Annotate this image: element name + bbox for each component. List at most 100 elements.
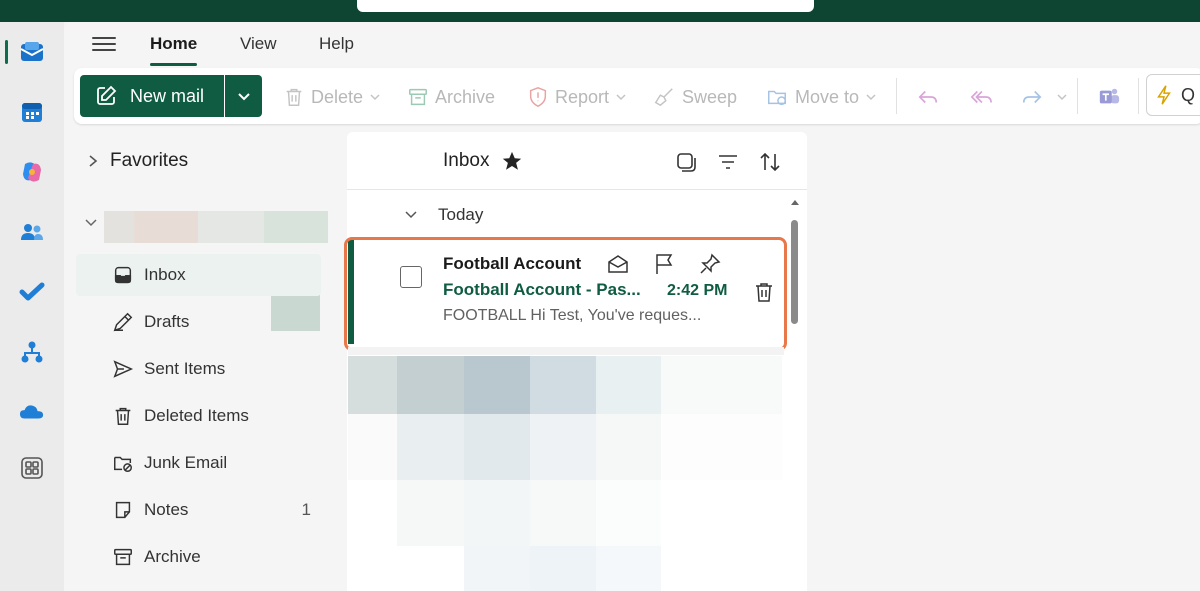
rail-mail[interactable]	[0, 30, 64, 74]
list-title-label: Inbox	[443, 150, 490, 171]
sent-icon	[113, 360, 134, 378]
teams-icon	[1099, 88, 1120, 104]
sweep-button[interactable]: Sweep	[652, 84, 737, 110]
drafts-icon	[113, 312, 133, 332]
folder-sent-items[interactable]: Sent Items	[76, 348, 321, 390]
folder-label: Junk Email	[144, 453, 228, 472]
unread-count: 1	[301, 500, 311, 519]
reply-all-button[interactable]	[968, 84, 1000, 110]
new-mail-dropdown[interactable]	[225, 75, 262, 117]
folder-drafts[interactable]: Drafts	[76, 301, 321, 343]
tab-view[interactable]: View	[240, 34, 277, 60]
broom-icon	[654, 88, 673, 107]
app-rail	[0, 22, 64, 591]
list-title: Inbox	[443, 150, 523, 172]
archive-label: Archive	[435, 86, 496, 107]
select-mode-icon[interactable]	[674, 150, 698, 174]
calendar-icon	[19, 99, 45, 125]
tab-home[interactable]: Home	[150, 34, 198, 66]
move-to-label: Move to	[795, 86, 860, 107]
forward-icon	[1022, 90, 1042, 104]
chevron-down-icon	[1057, 94, 1067, 101]
chevron-down-icon	[616, 94, 626, 101]
forward-button[interactable]	[1020, 84, 1074, 110]
star-icon[interactable]	[501, 150, 523, 172]
search-box[interactable]	[357, 0, 814, 12]
reply-all-icon	[970, 90, 992, 104]
folder-deleted-items[interactable]: Deleted Items	[76, 395, 321, 437]
folder-inbox[interactable]: Inbox	[76, 254, 321, 296]
favorites-header[interactable]: Favorites	[88, 150, 188, 172]
rail-people[interactable]	[0, 210, 64, 254]
title-bar	[0, 0, 1200, 22]
people-icon	[19, 219, 45, 245]
folder-label: Drafts	[144, 312, 190, 331]
folder-archive[interactable]: Archive	[76, 536, 321, 578]
report-button[interactable]: Report	[527, 84, 633, 110]
sort-icon[interactable]	[758, 150, 782, 174]
move-to-button[interactable]: Move to	[765, 84, 883, 110]
favorites-label: Favorites	[110, 150, 189, 171]
lightning-icon	[1157, 85, 1171, 105]
selection-highlight	[344, 237, 787, 351]
ribbon-divider	[896, 78, 897, 114]
chevron-down-icon	[405, 211, 417, 219]
trash-icon	[286, 88, 302, 106]
menu-icon[interactable]	[92, 34, 116, 54]
folder-label: Inbox	[144, 265, 186, 284]
group-label: Today	[438, 205, 484, 224]
org-icon	[19, 339, 45, 365]
chevron-down-icon	[237, 93, 250, 101]
chevron-down-icon	[370, 94, 380, 101]
archive-button[interactable]: Archive	[407, 84, 495, 110]
folder-move-icon	[768, 90, 786, 106]
ribbon-divider	[1077, 78, 1078, 114]
new-mail-label: New mail	[130, 85, 205, 106]
rail-copilot[interactable]	[0, 150, 64, 194]
archive-icon	[114, 548, 132, 566]
chevron-down-icon	[866, 94, 876, 101]
chevron-down-icon[interactable]	[84, 218, 98, 228]
teams-button[interactable]	[1097, 84, 1127, 110]
rail-todo[interactable]	[0, 270, 64, 314]
copilot-icon	[19, 159, 45, 185]
filter-icon[interactable]	[716, 150, 740, 174]
archive-icon	[409, 88, 427, 106]
scroll-up-icon[interactable]	[790, 198, 800, 206]
folder-label: Sent Items	[144, 359, 226, 378]
folder-label: Archive	[144, 547, 201, 566]
account-name-redacted	[104, 211, 328, 243]
group-header-today[interactable]: Today	[404, 205, 483, 225]
folder-junk-email[interactable]: Junk Email	[76, 442, 321, 484]
apps-icon	[19, 455, 45, 481]
delete-button[interactable]: Delete	[283, 84, 387, 110]
folder-label: Deleted Items	[144, 406, 249, 425]
folder-notes[interactable]: Notes 1	[76, 489, 321, 531]
onedrive-icon	[19, 399, 45, 425]
ribbon-divider	[1138, 78, 1139, 114]
notes-icon	[115, 501, 131, 519]
quick-steps-label: Q	[1181, 84, 1196, 105]
scrollbar-thumb[interactable]	[791, 220, 798, 324]
inbox-icon	[114, 266, 132, 284]
compose-icon	[97, 85, 117, 105]
rail-org[interactable]	[0, 330, 64, 374]
shield-icon	[529, 87, 547, 107]
reply-button[interactable]	[916, 84, 946, 110]
junk-icon	[114, 456, 132, 472]
delete-label: Delete	[311, 86, 364, 107]
rail-onedrive[interactable]	[0, 390, 64, 434]
redacted-messages	[348, 356, 782, 591]
new-mail-button[interactable]: New mail	[80, 75, 224, 117]
trash-icon	[115, 407, 131, 425]
tab-help[interactable]: Help	[319, 34, 354, 60]
chevron-right-icon	[89, 155, 98, 167]
sweep-label: Sweep	[682, 86, 738, 107]
rail-calendar[interactable]	[0, 90, 64, 134]
rail-apps[interactable]	[0, 446, 64, 490]
todo-icon	[19, 279, 45, 305]
quick-steps-button[interactable]: Q	[1146, 74, 1200, 116]
report-label: Report	[555, 86, 610, 107]
folder-label: Notes	[144, 500, 189, 519]
reply-icon	[918, 90, 938, 104]
